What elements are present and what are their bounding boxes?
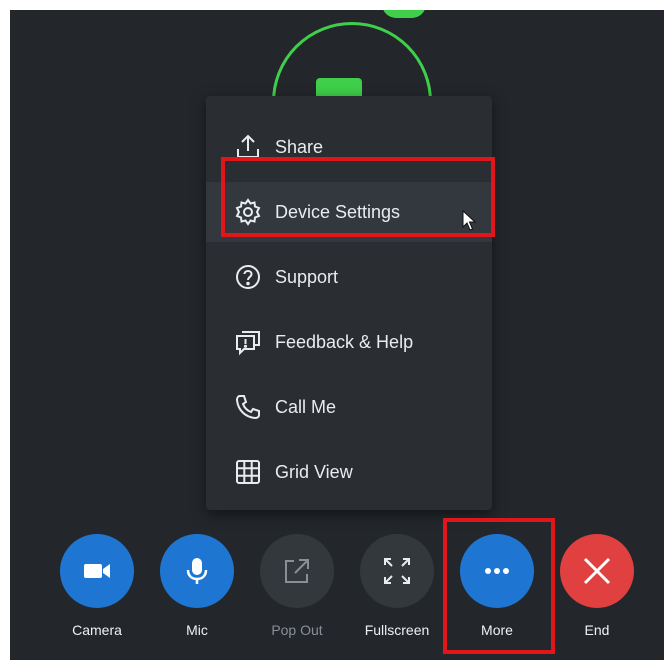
menu-item-label: Feedback & Help: [275, 331, 414, 352]
question-icon: [233, 262, 263, 292]
menu-item-support[interactable]: Support: [206, 247, 492, 307]
menu-item-label: Support: [275, 266, 339, 287]
participant-indicator: [382, 10, 426, 18]
mic-control: Mic: [147, 526, 247, 646]
menu-item-label: Call Me: [275, 396, 337, 417]
camera-label: Camera: [72, 622, 122, 638]
phone-icon: [233, 392, 263, 422]
meeting-stage: Share Device Settings Support Feedback &…: [10, 10, 664, 660]
camera-button[interactable]: [60, 534, 134, 608]
menu-item-label: Share: [275, 136, 324, 157]
pop-out-icon: [285, 559, 309, 583]
mic-label: Mic: [186, 622, 208, 638]
fullscreen-button[interactable]: [360, 534, 434, 608]
mouse-cursor-icon: [462, 210, 477, 231]
pop-out-label: Pop Out: [271, 622, 323, 638]
pop-out-control: Pop Out: [247, 526, 347, 646]
mic-button[interactable]: [160, 534, 234, 608]
feedback-icon: [233, 327, 263, 357]
grid-icon: [233, 457, 263, 487]
menu-item-feedback-help[interactable]: Feedback & Help: [206, 312, 492, 372]
camera-icon: [84, 564, 110, 578]
menu-item-label: Grid View: [275, 461, 353, 482]
mic-icon: [186, 558, 208, 584]
end-call-button[interactable]: [560, 534, 634, 608]
highlight-more-button: [443, 518, 555, 654]
highlight-device-settings: [221, 157, 495, 237]
pop-out-button[interactable]: [260, 534, 334, 608]
fullscreen-label: Fullscreen: [364, 622, 430, 638]
camera-control: Camera: [47, 526, 147, 646]
fullscreen-control: Fullscreen: [347, 526, 447, 646]
menu-item-call-me[interactable]: Call Me: [206, 377, 492, 437]
close-icon: [583, 557, 611, 585]
end-label: End: [584, 622, 610, 638]
call-controls-bar: Camera Mic Pop Out Fullscreen More End: [10, 526, 664, 652]
fullscreen-icon: [384, 558, 410, 584]
end-control: End: [547, 526, 647, 646]
menu-item-grid-view[interactable]: Grid View: [206, 442, 492, 502]
